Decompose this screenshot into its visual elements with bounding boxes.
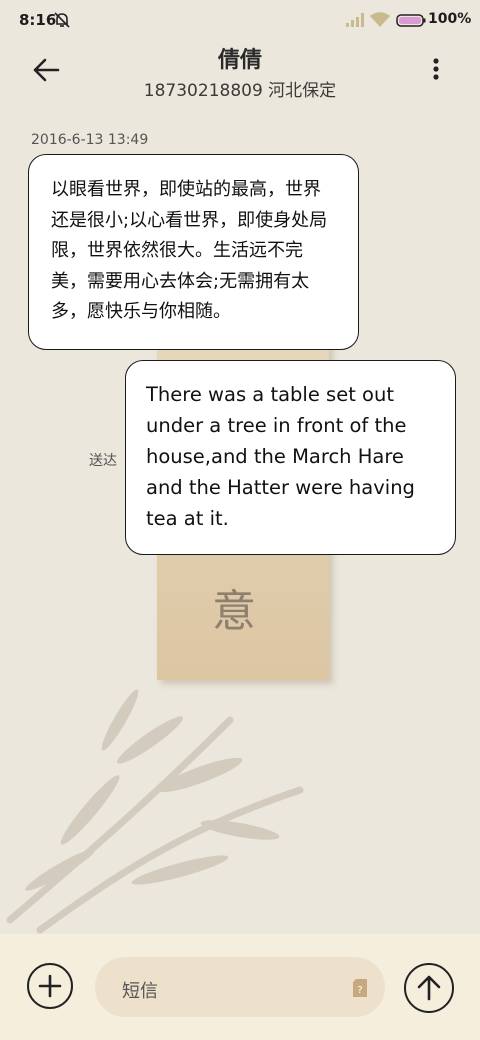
- bamboo-leaves-decoration: [6, 689, 304, 934]
- send-arrow-icon: [417, 975, 441, 1001]
- wallpaper-glyph: 意: [212, 586, 256, 637]
- svg-text:?: ?: [357, 985, 362, 996]
- wifi-icon: [370, 12, 390, 27]
- bell-mute-icon: [54, 12, 70, 28]
- contact-number-location: 18730218809 河北保定: [143, 81, 337, 101]
- send-button[interactable]: [404, 963, 454, 1013]
- battery-icon: [396, 14, 426, 27]
- message-timestamp: 2016-6-13 13:49: [31, 132, 149, 148]
- battery-percent: 100%: [428, 11, 472, 27]
- signal-icon: [346, 13, 364, 27]
- more-vert-icon[interactable]: [424, 55, 448, 85]
- status-bar: 8:16 100%: [0, 0, 480, 40]
- sim-icon[interactable]: ?: [352, 979, 368, 997]
- delivery-status: 送达: [89, 453, 117, 469]
- status-time: 8:16: [19, 11, 57, 29]
- outgoing-message-bubble[interactable]: There was a table set out under a tree i…: [125, 360, 456, 555]
- contact-name: 倩倩: [217, 48, 262, 73]
- plus-icon: [38, 974, 62, 998]
- message-input-placeholder: 短信: [122, 981, 158, 1002]
- add-attachment-button[interactable]: [27, 963, 73, 1009]
- incoming-message-bubble[interactable]: 以眼看世界，即使站的最高，世界还是很小;以心看世界，即使身处局限，世界依然很大。…: [28, 154, 359, 350]
